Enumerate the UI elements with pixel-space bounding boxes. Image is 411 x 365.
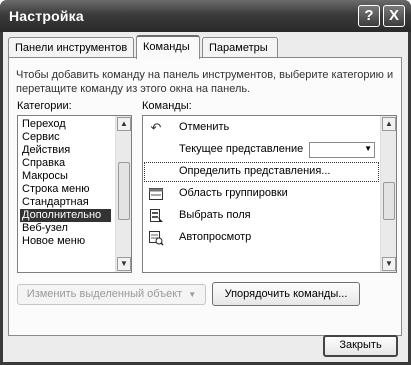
tab-commands[interactable]: Команды [136, 35, 200, 59]
command-item-group-box[interactable]: Область группировки [143, 183, 380, 205]
command-item-define-views[interactable]: Определить представления... [143, 161, 380, 183]
window-title: Настройка [9, 8, 84, 24]
command-label: Автопросмотр [179, 231, 252, 243]
tab-options[interactable]: Параметры [202, 37, 278, 58]
list-item[interactable]: Стандартная [20, 196, 91, 209]
chevron-down-icon: ▼ [188, 290, 197, 299]
customize-dialog: Настройка ? X Панели инструментов Команд… [0, 0, 411, 365]
command-label: Отменить [179, 121, 230, 133]
instructions-text: Чтобы добавить команду на панель инструм… [16, 69, 394, 95]
categories-scrollbar[interactable]: ▲ ▼ [115, 116, 131, 272]
list-item[interactable]: Строка меню [20, 183, 91, 196]
command-item-autopreview[interactable]: Автопросмотр [143, 227, 380, 249]
list-item[interactable]: Сервис [20, 131, 62, 144]
scroll-up-arrow-icon[interactable]: ▲ [382, 117, 396, 131]
commands-label: Команды: [142, 100, 192, 112]
modify-selection-label: Изменить выделенный объект [26, 288, 183, 300]
group-box-icon [148, 186, 164, 202]
autopreview-icon [148, 230, 164, 246]
current-view-combo[interactable]: ▼ [309, 142, 375, 158]
list-item[interactable]: Переход [20, 118, 68, 131]
commands-scrollbar[interactable]: ▲ ▼ [380, 116, 396, 272]
dialog-client: Панели инструментов Команды Параметры Чт… [3, 32, 408, 362]
title-bar[interactable]: Настройка ? X [0, 0, 411, 32]
scroll-thumb[interactable] [118, 162, 130, 220]
command-label: Область группировки [179, 187, 288, 199]
help-button[interactable]: ? [358, 5, 380, 27]
scroll-down-arrow-icon[interactable]: ▼ [382, 257, 396, 271]
command-item-field-chooser[interactable]: Выбрать поля [143, 205, 380, 227]
field-chooser-icon [148, 208, 164, 224]
command-label: Определить представления... [179, 165, 331, 177]
command-label: Текущее представление [179, 143, 304, 155]
undo-icon: ↶ [150, 120, 162, 135]
rearrange-commands-button[interactable]: Упорядочить команды... [212, 282, 360, 306]
categories-list[interactable]: Переход Сервис Действия Справка Макросы … [17, 115, 132, 273]
list-item[interactable]: Действия [20, 144, 72, 157]
close-window-button[interactable]: X [383, 5, 405, 27]
close-button[interactable]: Закрыть [323, 335, 398, 357]
scroll-up-arrow-icon[interactable]: ▲ [117, 117, 131, 131]
tab-toolbars[interactable]: Панели инструментов [8, 37, 134, 58]
command-item-undo[interactable]: ↶ Отменить [143, 117, 380, 139]
categories-label: Категории: [17, 100, 72, 112]
list-item[interactable]: Справка [20, 157, 67, 170]
list-item[interactable]: Новое меню [20, 235, 87, 248]
scroll-down-arrow-icon[interactable]: ▼ [117, 257, 131, 271]
command-label: Выбрать поля [179, 209, 251, 221]
scroll-thumb[interactable] [383, 182, 395, 220]
list-item[interactable]: Макросы [20, 170, 70, 183]
list-item[interactable]: Веб-узел [20, 222, 70, 235]
command-item-current-view[interactable]: Текущее представление ▼ [143, 139, 380, 161]
list-item-selected[interactable]: Дополнительно [20, 209, 111, 222]
modify-selection-button[interactable]: Изменить выделенный объект ▼ [17, 284, 206, 305]
commands-list[interactable]: ↶ Отменить Текущее представление ▼ Опред… [142, 115, 397, 273]
chevron-down-icon: ▼ [364, 144, 372, 153]
commands-tab-panel: Чтобы добавить команду на панель инструм… [8, 57, 402, 336]
